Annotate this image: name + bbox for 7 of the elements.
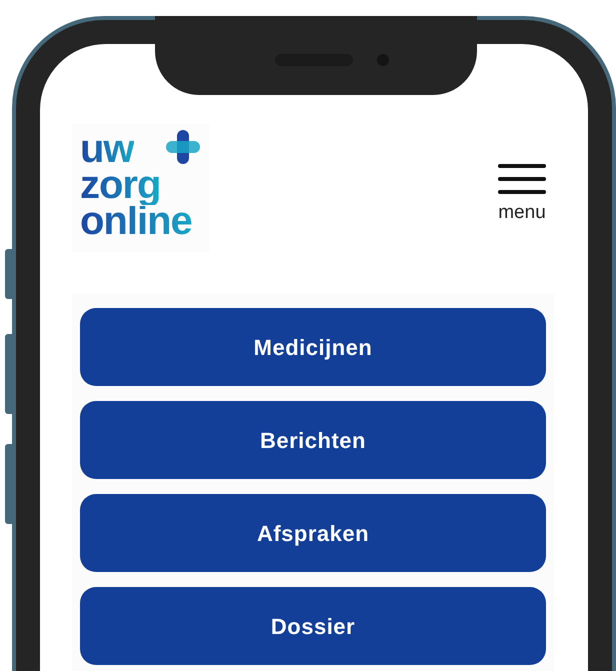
nav-button[interactable]: Dossier [80, 587, 546, 665]
menu-icon[interactable] [498, 164, 546, 194]
nav-button[interactable]: Medicijnen [80, 308, 546, 386]
nav-button[interactable]: Berichten [80, 401, 546, 479]
plus-cross-icon [166, 130, 202, 166]
nav-button[interactable]: Afspraken [80, 494, 546, 572]
menu-label[interactable]: menu [498, 202, 546, 224]
